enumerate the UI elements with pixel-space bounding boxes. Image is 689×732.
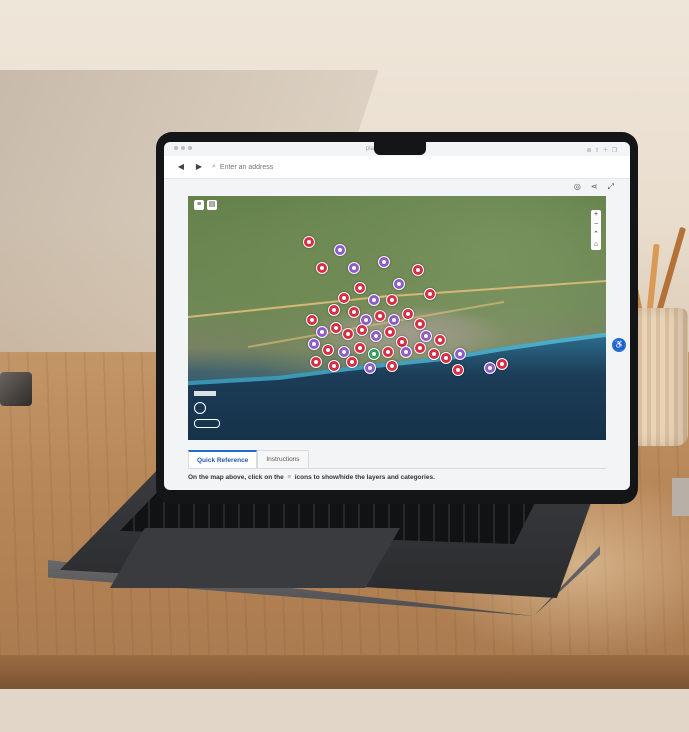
locate-icon[interactable] [194,402,206,414]
map-marker[interactable] [338,292,350,304]
scene: planyourtoronto.ca ⊕⇧＋❐ ◀ ▶ ⌕ ◎ ⋖ ⤢ ≡ [0,0,689,732]
zoom-in-icon[interactable]: + [591,210,601,220]
map-marker[interactable] [322,344,334,356]
map-marker[interactable] [316,262,328,274]
locate-icon[interactable]: ◎ [574,182,581,192]
map-marker[interactable] [412,264,424,276]
floor [0,689,689,732]
tab-instructions[interactable]: Instructions [257,450,309,469]
instructions-suffix: icons to show/hide the layers and catego… [294,474,435,481]
map-marker[interactable] [386,294,398,306]
map-marker[interactable] [354,342,366,354]
browser-tools[interactable]: ⊕⇧＋❐ [587,145,620,154]
app-toolbar: ◀ ▶ ⌕ [164,156,630,179]
map-marker[interactable] [378,256,390,268]
map-marker[interactable] [356,324,368,336]
map-marker[interactable] [428,348,440,360]
basemap-toggle[interactable] [194,419,220,428]
desk-edge [0,655,689,689]
camera-notch [374,142,426,155]
map-marker[interactable] [346,356,358,368]
forward-icon[interactable]: ▶ [194,162,204,172]
instructions-prefix: On the map above, click on the [188,474,284,481]
tab-quick-reference[interactable]: Quick Reference [188,450,258,469]
map-actions: ◎ ⋖ ⤢ [574,182,614,192]
laptop-trackpad [110,528,400,588]
map-marker[interactable] [484,362,496,374]
zoom-controls: + − ⌃ ⌂ [591,210,601,250]
zoom-out-icon[interactable]: − [591,220,601,230]
map-marker[interactable] [364,362,376,374]
map-layer-tools: ≡ ▤ [194,200,217,210]
map-marker[interactable] [386,360,398,372]
map-marker[interactable] [414,318,426,330]
highway [377,279,606,298]
map-marker[interactable] [434,334,446,346]
map-marker[interactable] [402,308,414,320]
layers-inline-icon: ≡ [285,474,293,481]
map-marker[interactable] [454,348,466,360]
scale-bar [194,391,216,396]
home-icon[interactable]: ⌂ [591,240,601,250]
map-marker[interactable] [308,338,320,350]
map-marker[interactable] [420,330,432,342]
map-marker[interactable] [400,346,412,358]
fullscreen-icon[interactable]: ⤢ [608,182,614,192]
map-marker[interactable] [370,330,382,342]
map-marker[interactable] [330,322,342,334]
map-view[interactable]: ≡ ▤ + − ⌃ ⌂ [188,196,606,440]
map-marker[interactable] [496,358,508,370]
map-marker[interactable] [374,310,386,322]
laptop-screen: planyourtoronto.ca ⊕⇧＋❐ ◀ ▶ ⌕ ◎ ⋖ ⤢ ≡ [164,142,630,490]
tab-bar: Quick Reference Instructions [188,450,309,469]
back-icon[interactable]: ◀ [176,162,186,172]
map-marker[interactable] [354,282,366,294]
map-marker[interactable] [384,326,396,338]
map-marker[interactable] [393,278,405,290]
share-icon[interactable]: ⋖ [591,182,598,192]
compass-icon[interactable]: ⌃ [591,230,601,240]
map-marker[interactable] [388,314,400,326]
binder-clip [0,372,32,406]
search-icon: ⌕ [212,163,216,170]
map-marker[interactable] [342,328,354,340]
list-icon[interactable]: ▤ [207,200,217,210]
address-search[interactable]: ⌕ [212,160,332,174]
map-marker[interactable] [316,326,328,338]
map-marker[interactable] [368,348,380,360]
instructions-text: On the map above, click on the ≡ icons t… [188,474,435,481]
map-marker[interactable] [368,294,380,306]
accessibility-icon[interactable]: ♿ [612,338,626,352]
map-marker[interactable] [440,352,452,364]
map-marker[interactable] [303,236,315,248]
map-marker[interactable] [334,244,346,256]
wooden-block [672,478,689,516]
window-controls[interactable] [174,146,195,152]
map-marker[interactable] [414,342,426,354]
map-marker[interactable] [452,364,464,376]
map-marker[interactable] [328,360,340,372]
map-marker[interactable] [310,356,322,368]
search-input[interactable] [219,163,320,171]
map-marker[interactable] [424,288,436,300]
map-marker[interactable] [306,314,318,326]
map-marker[interactable] [382,346,394,358]
tab-divider [188,468,606,469]
map-marker[interactable] [348,306,360,318]
layers-icon[interactable]: ≡ [194,200,204,210]
map-marker[interactable] [328,304,340,316]
map-marker[interactable] [348,262,360,274]
